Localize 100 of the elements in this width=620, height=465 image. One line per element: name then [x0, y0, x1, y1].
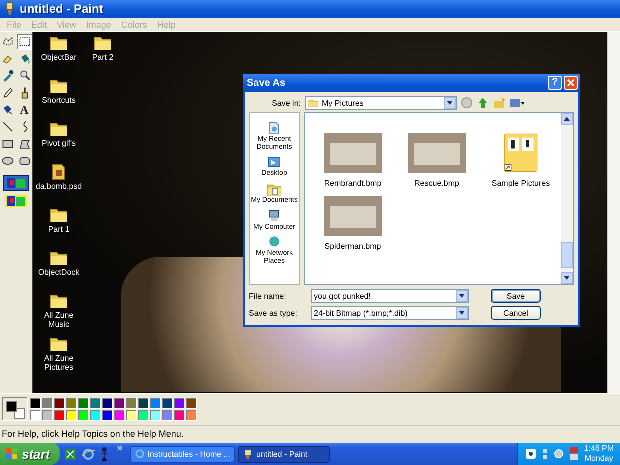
scroll-down-button[interactable] [561, 272, 573, 284]
field-label: File name: [249, 292, 288, 300]
browser-icon [134, 449, 145, 459]
color-swatch[interactable] [150, 398, 161, 408]
close-button[interactable] [564, 76, 578, 90]
caret-icon [459, 294, 465, 298]
scrollbar[interactable] [607, 32, 620, 393]
color-swatch[interactable] [90, 398, 101, 408]
clock-time: 1:46 PM [584, 444, 614, 454]
select-icon [18, 35, 32, 49]
photo-placeholder [324, 133, 382, 173]
color-swatch[interactable] [54, 398, 65, 408]
color-swatch[interactable] [42, 410, 53, 420]
field-value: you got punked! [314, 292, 371, 300]
help-button[interactable]: ? [548, 76, 562, 90]
file-name[interactable]: Rembrandt.bmp [324, 179, 382, 188]
spreadsheet-icon[interactable] [64, 448, 78, 460]
icon-label[interactable]: da.bomb.psd [36, 182, 82, 192]
icon-label[interactable]: All Zune Music [37, 311, 81, 330]
color-swatch[interactable] [78, 410, 89, 420]
shapes-icon [5, 177, 27, 189]
color-swatch[interactable] [150, 410, 161, 420]
color-swatch[interactable] [186, 398, 197, 408]
dialog-title: Save As [247, 78, 287, 88]
views-icon[interactable] [509, 97, 525, 109]
color-swatch[interactable] [90, 410, 101, 420]
shapes-icon [5, 195, 27, 207]
up-folder-icon[interactable] [477, 97, 489, 109]
dropdown-arrow-button[interactable] [456, 290, 468, 302]
file-name[interactable]: Rescue.bmp [414, 179, 460, 188]
file-icon[interactable] [50, 163, 68, 181]
caret-icon [459, 311, 465, 315]
scrollbar[interactable] [561, 113, 573, 284]
stick-figure-icon[interactable] [100, 447, 110, 461]
color-swatch[interactable] [126, 410, 137, 420]
color-swatch[interactable] [186, 410, 197, 420]
dropdown-arrow-button[interactable] [444, 97, 456, 109]
status-text: For Help, click Help Topics on the Help Menu. [2, 428, 184, 438]
icon-label[interactable]: Part 2 [92, 53, 114, 62]
icon-label[interactable]: Pivot gif's [42, 139, 76, 148]
taskbar-button[interactable]: untitled - Paint [238, 446, 330, 462]
file-name[interactable]: Spiderman.bmp [324, 242, 382, 251]
icon-label[interactable]: ObjectDock [38, 268, 80, 278]
scroll-up-button[interactable] [561, 113, 573, 125]
icon-label[interactable]: ObjectBar [41, 53, 77, 62]
caret-icon [447, 101, 453, 105]
color-swatch[interactable] [102, 398, 113, 408]
paint-app-icon [243, 449, 254, 459]
color-swatch[interactable] [162, 398, 173, 408]
color-swatch[interactable] [30, 398, 41, 408]
paint-app-icon [4, 2, 16, 16]
file-name-field[interactable]: you got punked! [311, 289, 469, 303]
color-swatch[interactable] [114, 410, 125, 420]
color-swatch[interactable] [14, 408, 25, 419]
window-title: untitled - Paint [20, 2, 104, 16]
save-in-dropdown[interactable]: My Pictures [305, 96, 457, 110]
scroll-thumb[interactable] [561, 242, 573, 268]
field-label: Save as type: [249, 308, 298, 318]
color-swatch[interactable] [54, 410, 65, 420]
color-swatch[interactable] [138, 398, 149, 408]
color-swatch[interactable] [66, 410, 77, 420]
folder-icon [308, 98, 319, 108]
color-swatch[interactable] [114, 398, 125, 408]
current-colors[interactable] [2, 397, 28, 421]
color-swatch[interactable] [78, 398, 89, 408]
color-swatch[interactable] [102, 410, 113, 420]
photo-placeholder [324, 196, 382, 236]
color-swatch[interactable] [174, 398, 185, 408]
color-swatch[interactable] [42, 398, 53, 408]
select-tool-button[interactable] [16, 34, 32, 50]
color-swatch[interactable] [6, 401, 17, 412]
airbrush-icon [0, 103, 14, 117]
color-swatch[interactable] [174, 410, 185, 420]
polygon-icon [18, 137, 32, 151]
icon-label[interactable]: Part 1 [48, 225, 70, 234]
file-name[interactable]: Sample Pictures [492, 179, 550, 188]
save-button[interactable]: Save [491, 289, 541, 303]
browser-icon[interactable] [82, 448, 96, 460]
save-in-label: Save in: [271, 98, 301, 108]
windows-flag-icon [6, 448, 18, 460]
photo-placeholder [408, 133, 466, 173]
color-swatch[interactable] [126, 398, 137, 408]
icon-label[interactable]: Shortcuts [42, 96, 76, 106]
field-value: 24-bit Bitmap (*.bmp;*.dib) [314, 308, 408, 318]
transparency-option-button[interactable] [3, 193, 29, 209]
taskbar-button[interactable]: Instructables - Home ... [130, 446, 236, 462]
color-swatch[interactable] [162, 410, 173, 420]
dropdown-value: My Pictures [322, 98, 364, 108]
file-type-dropdown[interactable]: 24-bit Bitmap (*.bmp;*.dib) [311, 306, 469, 320]
ellipse-icon [0, 154, 14, 168]
place-icon[interactable] [266, 208, 282, 224]
color-swatch[interactable] [138, 410, 149, 420]
icon-label[interactable]: All Zune Pictures [37, 354, 81, 372]
color-swatch[interactable] [66, 398, 77, 408]
dropdown-arrow-button[interactable] [456, 307, 468, 319]
more-button[interactable]: » [113, 443, 127, 454]
text-tool-button[interactable]: A [16, 102, 32, 118]
transparency-option-button[interactable] [3, 175, 29, 191]
color-swatch[interactable] [30, 410, 41, 420]
cancel-button[interactable]: Cancel [491, 306, 541, 320]
